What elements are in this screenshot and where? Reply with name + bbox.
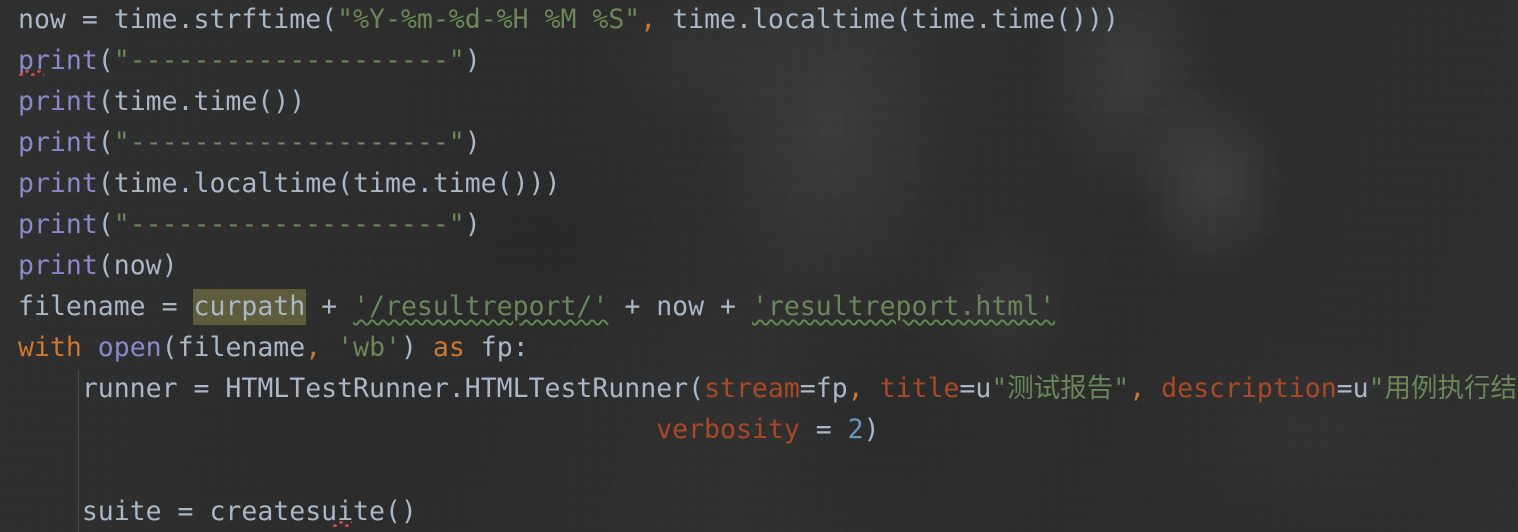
code-token: createsuite() — [209, 496, 417, 527]
code-token: print — [18, 168, 98, 199]
code-token: = — [161, 291, 194, 322]
code-line[interactable]: filename = curpath + '/resultreport/' + … — [18, 286, 1055, 327]
code-token: "--------------------" — [113, 209, 465, 240]
code-token: =u — [1336, 373, 1369, 404]
code-token: ) — [863, 414, 880, 445]
code-token: = — [177, 496, 210, 527]
code-line[interactable]: print("--------------------") — [18, 122, 481, 163]
code-token: print — [18, 250, 98, 281]
code-token: , — [305, 332, 322, 363]
code-token: 'resultreport.html' — [751, 291, 1056, 322]
code-token: suite — [18, 496, 178, 527]
code-token: as — [432, 332, 465, 363]
code-token: = — [799, 414, 848, 445]
code-token: =u — [959, 373, 992, 404]
code-token: ( — [97, 45, 114, 76]
highlighted-identifier: curpath — [192, 289, 307, 325]
code-token: 'wb' — [337, 332, 401, 363]
code-token: "用例执行结果" — [1368, 373, 1518, 404]
code-token: title — [879, 373, 960, 404]
code-line[interactable]: now = time.strftime("%Y-%m-%d-%H %M %S",… — [18, 0, 1119, 40]
code-token: ( — [97, 209, 114, 240]
code-token: '/resultreport/' — [353, 291, 609, 322]
code-token: with — [18, 332, 82, 363]
code-line[interactable]: runner = HTMLTestRunner.HTMLTestRunner(s… — [18, 368, 1518, 409]
code-token: ) — [400, 332, 433, 363]
code-token: ) — [464, 45, 481, 76]
code-token: "测试报告" — [991, 373, 1130, 404]
code-line[interactable]: verbosity = 2) — [18, 409, 880, 450]
code-token: + — [305, 291, 354, 322]
code-token: verbosity — [656, 414, 800, 445]
code-line[interactable] — [18, 450, 34, 491]
code-token: print — [18, 209, 98, 240]
code-token: , — [1129, 373, 1146, 404]
code-token: (filename — [161, 332, 306, 363]
code-token: (now) — [97, 250, 178, 281]
code-token: = — [81, 4, 114, 35]
code-token: ) — [464, 209, 481, 240]
code-text-surface[interactable]: now = time.strftime("%Y-%m-%d-%H %M %S",… — [0, 0, 1518, 532]
code-token: , — [847, 373, 864, 404]
code-token: ) — [464, 127, 481, 158]
code-token: time.strftime( — [113, 4, 338, 35]
code-token: = — [193, 373, 226, 404]
code-token: 2 — [847, 414, 864, 445]
code-token: =fp — [799, 373, 848, 404]
code-line[interactable]: suite = createsuite() — [18, 491, 417, 532]
code-line[interactable]: print(time.time()) — [18, 81, 305, 122]
code-line[interactable]: print("--------------------") — [18, 40, 481, 81]
code-token: fp: — [464, 332, 529, 363]
code-line[interactable]: print(time.localtime(time.time())) — [18, 163, 560, 204]
code-token: time.localtime(time.time())) — [656, 4, 1119, 35]
code-token: description — [1161, 373, 1337, 404]
code-token: runner — [18, 373, 194, 404]
code-token: , — [640, 4, 657, 35]
code-line[interactable]: print("--------------------") — [18, 204, 481, 245]
code-token: HTMLTestRunner.HTMLTestRunner( — [225, 373, 705, 404]
code-token: "--------------------" — [113, 45, 465, 76]
code-token: open — [97, 332, 162, 363]
code-line[interactable]: print(now) — [18, 245, 178, 286]
code-token: now — [18, 4, 82, 35]
code-token: stream — [704, 373, 800, 404]
code-token: "%Y-%m-%d-%H %M %S" — [337, 4, 641, 35]
code-token: print — [18, 45, 98, 76]
code-token: print — [18, 86, 98, 117]
code-editor[interactable]: now = time.strftime("%Y-%m-%d-%H %M %S",… — [0, 0, 1518, 532]
code-token: ( — [97, 127, 114, 158]
code-token: print — [18, 127, 98, 158]
code-line[interactable]: with open(filename, 'wb') as fp: — [18, 327, 529, 368]
code-token: + now + — [608, 291, 752, 322]
code-token: "--------------------" — [113, 127, 465, 158]
code-token: (time.localtime(time.time())) — [97, 168, 561, 199]
code-token: (time.time()) — [97, 86, 306, 117]
code-token: filename — [18, 291, 162, 322]
